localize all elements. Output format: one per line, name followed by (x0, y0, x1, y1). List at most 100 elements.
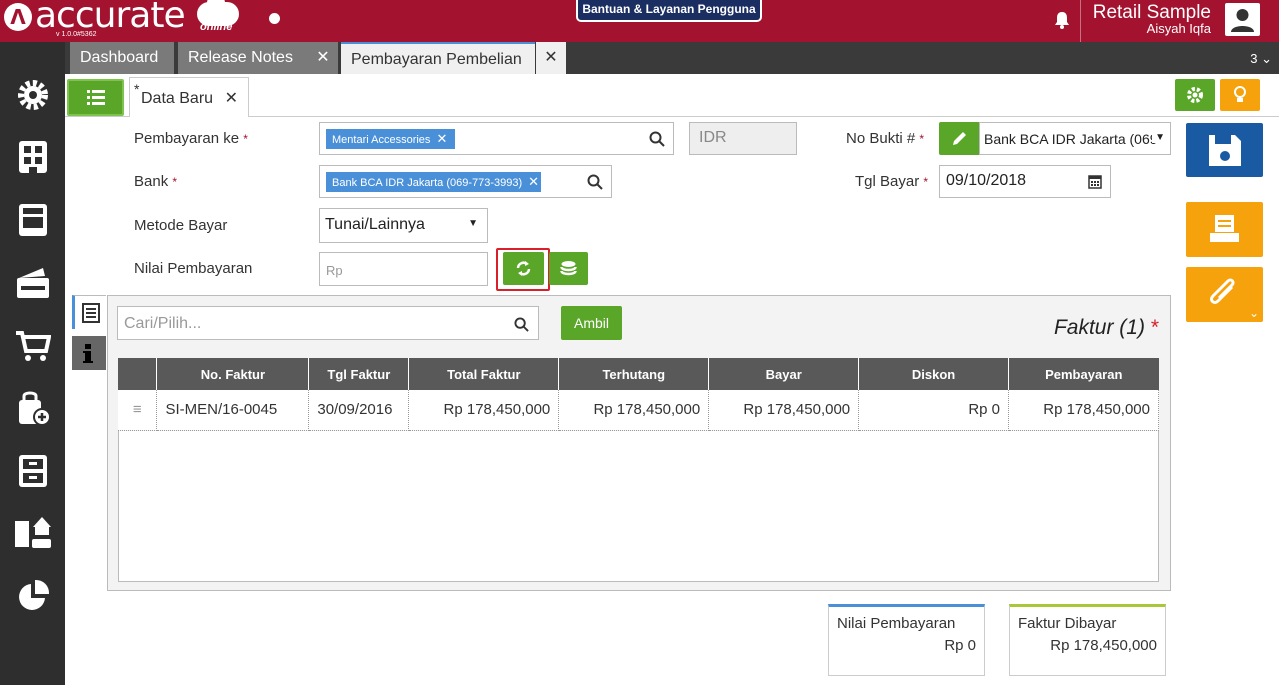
search-icon[interactable] (587, 174, 603, 190)
required-mark: * (172, 175, 178, 189)
column-header[interactable]: Tgl Faktur (308, 358, 410, 390)
column-header[interactable]: Terhutang (558, 358, 710, 390)
drag-handle-icon[interactable]: ≡ (118, 390, 158, 431)
table-header-row: No. Faktur Tgl Faktur Total Faktur Terhu… (118, 358, 1159, 390)
unsaved-mark: * (134, 81, 140, 97)
close-icon[interactable]: ✕ (225, 78, 238, 120)
tab-dashboard[interactable]: Dashboard (70, 42, 174, 74)
avatar[interactable] (1225, 3, 1260, 36)
metode-bayar-label: Metode Bayar (134, 217, 228, 234)
table-empty-area (118, 431, 1159, 582)
close-icon[interactable]: ✕ (308, 42, 338, 74)
column-header[interactable]: Total Faktur (408, 358, 560, 390)
tab-pembayaran-pembelian[interactable]: Pembayaran Pembelian (341, 42, 535, 74)
sidebar (0, 42, 65, 685)
close-icon[interactable]: ✕ (436, 129, 447, 149)
vendor-chip[interactable]: Mentari Accessories ✕ (326, 129, 455, 149)
app-logo[interactable]: Λ accurate online v 1.0.0#5362 (4, 0, 244, 42)
caret-down-icon: ▼ (1152, 132, 1165, 143)
print-button[interactable] (1186, 202, 1263, 257)
logo-mark-icon: Λ (4, 3, 32, 31)
settings-button[interactable] (1175, 79, 1215, 111)
shopping-bag-add-icon[interactable] (15, 390, 51, 426)
settings-icon[interactable] (15, 77, 51, 113)
faktur-search-input[interactable]: Cari/Pilih... (117, 306, 539, 340)
building-icon[interactable] (15, 139, 51, 175)
pencil-icon (953, 132, 966, 145)
close-icon[interactable]: ✕ (528, 172, 539, 192)
layers-button[interactable] (549, 252, 588, 285)
required-mark: * (1150, 316, 1159, 339)
caret-down-icon: ▼ (468, 218, 478, 229)
table-cell: 30/09/2016 (308, 390, 410, 431)
column-header[interactable]: No. Faktur (156, 358, 310, 390)
required-mark: * (243, 132, 248, 146)
tab-data-baru[interactable]: * Data Baru ✕ (129, 77, 249, 117)
cart-icon[interactable] (15, 327, 51, 363)
vendor-field[interactable]: Mentari Accessories ✕ (319, 122, 674, 155)
bell-icon[interactable] (1052, 10, 1072, 30)
bank-chip[interactable]: Bank BCA IDR Jakarta (069-773-3993) ✕ (326, 172, 541, 192)
assets-icon[interactable] (15, 515, 51, 551)
tab-count[interactable]: 3 ⌄ (1250, 51, 1272, 67)
faktur-title: Faktur (1) * (1054, 316, 1159, 340)
gear-icon (1187, 87, 1203, 103)
info-icon (83, 344, 93, 363)
attachment-button[interactable]: ⌄ (1186, 267, 1263, 322)
user-name[interactable]: Aisyah Iqfa (1147, 21, 1211, 36)
nilai-pembayaran-summary: Nilai Pembayaran Rp 0 (828, 604, 985, 676)
refresh-icon (516, 261, 531, 276)
wallet-icon[interactable] (15, 264, 51, 300)
sub-toolbar: * Data Baru ✕ (65, 74, 1279, 117)
search-icon[interactable] (649, 131, 665, 147)
required-mark: * (919, 132, 925, 146)
tips-button[interactable] (1220, 79, 1260, 111)
table-row[interactable]: ≡ SI-MEN/16-0045 30/09/2016 Rp 178,450,0… (118, 390, 1159, 431)
ledger-icon[interactable] (15, 202, 51, 238)
tab-info[interactable] (72, 336, 106, 370)
tab-release-notes[interactable]: Release Notes ✕ (178, 42, 338, 74)
bank-field[interactable]: Bank BCA IDR Jakarta (069-773-3993) ✕ (319, 165, 612, 198)
refresh-button[interactable] (503, 252, 544, 285)
vendor-value: Mentari Accessories (332, 134, 431, 146)
metode-bayar-select[interactable]: Tunai/Lainnya ▼ (319, 208, 488, 243)
column-header[interactable]: Pembayaran (1008, 358, 1159, 390)
calendar-icon[interactable] (1088, 174, 1102, 189)
column-header[interactable]: Diskon (858, 358, 1010, 390)
layers-icon (560, 261, 577, 276)
faktur-dibayar-summary: Faktur Dibayar Rp 178,450,000 (1009, 604, 1166, 676)
no-bukti-select[interactable]: Bank BCA IDR Jakarta (069 ▼ (979, 122, 1171, 155)
header-divider (1080, 0, 1081, 42)
content-area: * Data Baru ✕ Pembayaran ke * Mentari Ac… (65, 74, 1279, 685)
label-text: Tgl Bayar (855, 173, 920, 190)
nilai-pembayaran-input[interactable]: Rp (319, 252, 488, 286)
tgl-value: 09/10/2018 (946, 172, 1027, 189)
table-cell: Rp 178,450,000 (708, 390, 860, 431)
summary-value: Rp 0 (944, 637, 976, 654)
tab-label: Dashboard (80, 49, 159, 66)
help-button[interactable]: Bantuan & Layanan Pengguna (576, 0, 762, 22)
pie-chart-icon[interactable] (15, 578, 51, 614)
column-header-handle (118, 358, 158, 390)
tab-label: Release Notes (188, 49, 293, 66)
metode-value: Tunai/Lainnya (325, 216, 425, 233)
table-cell: Rp 178,450,000 (408, 390, 560, 431)
chevron-down-icon[interactable]: ⌄ (1249, 306, 1259, 320)
tgl-bayar-input[interactable]: 09/10/2018 (939, 165, 1111, 198)
label-text: No Bukti # (846, 130, 916, 147)
archive-icon[interactable] (15, 453, 51, 489)
tab-close-button[interactable]: ✕ (536, 42, 566, 74)
user-icon (1231, 9, 1254, 32)
save-button[interactable] (1186, 123, 1263, 177)
tab-count-value: 3 (1250, 51, 1258, 66)
tab-list-view[interactable] (72, 295, 106, 329)
summary-label: Nilai Pembayaran (837, 615, 956, 632)
close-icon[interactable]: ✕ (536, 42, 566, 74)
list-button[interactable] (67, 79, 124, 116)
table-cell: Rp 178,450,000 (558, 390, 710, 431)
ambil-button[interactable]: Ambil (561, 306, 622, 340)
summary-value: Rp 178,450,000 (1050, 637, 1157, 654)
search-icon[interactable] (514, 317, 529, 332)
column-header[interactable]: Bayar (708, 358, 860, 390)
edit-button[interactable] (939, 122, 979, 155)
